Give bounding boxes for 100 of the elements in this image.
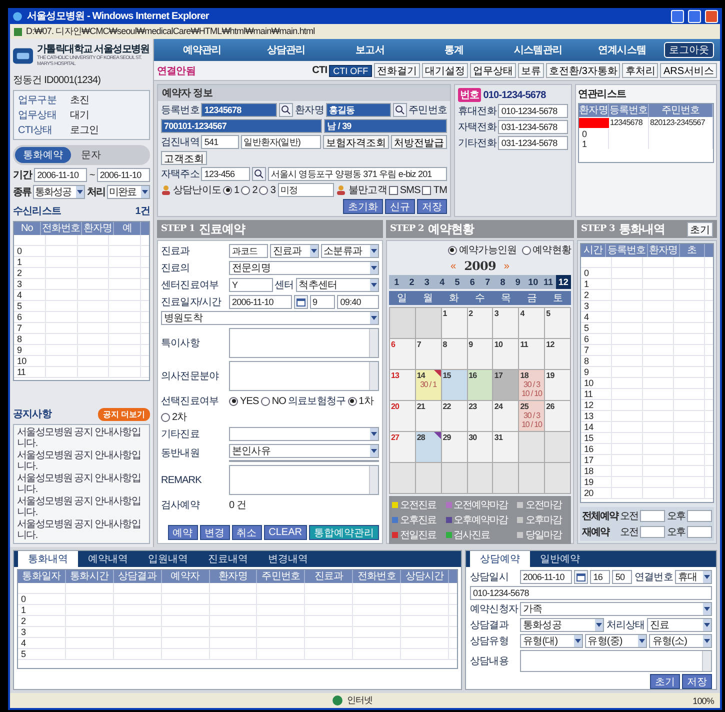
text-field[interactable]: 서울시 영등포구 양평동 371 우림 e-biz 201 <box>268 167 447 181</box>
checkbox[interactable] <box>388 186 398 194</box>
day-cell[interactable]: 8 <box>442 339 468 370</box>
text-field[interactable]: 541 <box>201 135 239 149</box>
tab[interactable]: 입원내역 <box>138 551 198 567</box>
day-cell[interactable]: 22 <box>442 401 468 432</box>
day-cell[interactable]: 15 <box>442 370 468 401</box>
count-field[interactable] <box>640 526 665 538</box>
action-button[interactable]: 신규 <box>385 199 415 214</box>
day-cell[interactable]: 21 <box>416 401 442 432</box>
dropdown[interactable]: 소분류과 <box>320 244 379 258</box>
logout-button[interactable]: 로그아웃 <box>664 42 714 58</box>
month-tab[interactable]: 9 <box>510 275 526 289</box>
day-cell[interactable] <box>519 463 546 494</box>
radio-button[interactable] <box>259 186 268 194</box>
day-cell[interactable] <box>468 463 494 494</box>
radio-button[interactable] <box>161 412 170 422</box>
count-field[interactable] <box>687 526 712 538</box>
notice-item[interactable]: 서울성모병원 공지 안내사항입니다. <box>17 519 146 541</box>
day-cell[interactable]: 10 <box>493 339 520 370</box>
text-field[interactable]: 700101-1234567 <box>161 119 322 133</box>
day-cell[interactable]: 29 <box>442 432 468 463</box>
toolbar-button[interactable]: 후처리 <box>622 63 658 78</box>
day-cell[interactable]: 24 <box>493 401 520 432</box>
toolbar-button[interactable]: 대기설정 <box>422 63 468 78</box>
notice-item[interactable]: 서울성모병원 공지 안내사항입니다. <box>17 473 146 495</box>
count-field[interactable] <box>640 510 665 522</box>
day-cell[interactable]: 3 <box>493 308 520 339</box>
action-button[interactable]: 저장 <box>682 674 712 689</box>
notice-item[interactable]: 서울성모병원 공지 안내사항입니다. <box>17 427 146 449</box>
text-field[interactable]: 123-456 <box>201 167 250 181</box>
notice-item[interactable]: 서울성모병원 공지 안내사항입니다. <box>17 450 146 472</box>
dropdown[interactable]: 유형(소) <box>649 634 712 648</box>
dropdown[interactable]: 유형(중) <box>584 634 648 648</box>
day-cell[interactable]: 26 <box>545 401 571 432</box>
day-cell[interactable]: 9 <box>468 339 494 370</box>
day-cell[interactable]: 1 <box>442 308 468 339</box>
day-cell[interactable]: 14 30 / 1 <box>416 370 442 401</box>
nav-item[interactable]: 예약관리 <box>160 43 244 57</box>
day-cell[interactable]: 4 <box>519 308 546 339</box>
dropdown[interactable]: 가족 <box>520 602 712 616</box>
day-cell[interactable]: 12 <box>545 339 571 370</box>
text-field[interactable]: 50 <box>612 570 632 584</box>
month-tab[interactable]: 5 <box>450 275 465 289</box>
calendar-button[interactable] <box>574 570 588 584</box>
text-field[interactable]: 2006-11-10 <box>229 295 292 309</box>
day-cell[interactable]: 11 <box>519 339 546 370</box>
text-field[interactable]: 031-1234-5678 <box>498 136 568 150</box>
day-cell[interactable]: 30 <box>468 432 494 463</box>
day-cell[interactable]: 13 <box>390 370 416 401</box>
month-tab[interactable]: 1 <box>389 275 404 289</box>
text-field[interactable]: 09:40 <box>337 295 379 309</box>
dropdown[interactable]: 통화성공 <box>520 618 604 632</box>
day-cell[interactable]: 18 30 / 3 10 / 10 <box>519 370 546 401</box>
day-cell[interactable] <box>545 463 571 494</box>
search-button[interactable] <box>392 103 407 117</box>
day-cell[interactable] <box>493 463 520 494</box>
toolbar-button[interactable]: 보류 <box>518 63 544 78</box>
day-cell[interactable] <box>442 463 468 494</box>
action-button[interactable]: 변경 <box>200 525 230 540</box>
tab[interactable]: 진료내역 <box>198 551 258 567</box>
action-button[interactable]: 저장 <box>417 199 447 214</box>
toolbar-button[interactable]: 전화걸기 <box>374 63 420 78</box>
action-button[interactable]: CLEAR <box>264 525 307 540</box>
dropdown[interactable]: 전문의명 <box>229 261 379 275</box>
dropdown[interactable]: 진료과 <box>270 244 319 258</box>
radio-button[interactable] <box>522 246 531 254</box>
radio-button[interactable] <box>241 186 250 194</box>
tab[interactable]: 통화내역 <box>18 551 78 567</box>
month-tab[interactable]: 7 <box>480 275 496 289</box>
action-button[interactable]: 예약 <box>168 525 198 540</box>
dropdown[interactable]: 진료 <box>646 618 712 632</box>
text-field[interactable]: 미정 <box>278 183 334 197</box>
nav-item[interactable]: 통계 <box>412 43 496 57</box>
month-tab[interactable]: 4 <box>434 275 450 289</box>
close-button[interactable] <box>705 10 718 22</box>
action-button[interactable]: 초기 <box>650 674 680 689</box>
day-cell[interactable]: 23 <box>468 401 494 432</box>
day-cell[interactable]: 2 <box>468 308 494 339</box>
day-cell[interactable] <box>545 432 571 463</box>
nav-item[interactable]: 시스템관리 <box>496 43 580 57</box>
text-field[interactable]: 9 <box>310 295 336 309</box>
action-button[interactable]: 보험자격조회 <box>323 135 389 149</box>
toolbar-button[interactable]: 업무상태 <box>470 63 516 78</box>
tab[interactable]: 일반예약 <box>530 551 590 567</box>
month-tab[interactable]: 8 <box>495 275 510 289</box>
day-cell[interactable]: 27 <box>390 432 416 463</box>
day-cell[interactable] <box>416 308 442 339</box>
tab[interactable]: 통화예약 <box>15 147 71 163</box>
text-field[interactable]: 남 / 39 <box>324 119 447 133</box>
dropdown[interactable]: 통화성공 <box>33 185 85 199</box>
nav-item[interactable]: 상담관리 <box>244 43 328 57</box>
day-cell[interactable] <box>416 463 442 494</box>
text-field[interactable]: 2006-11-10 <box>520 570 572 584</box>
search-button[interactable] <box>252 167 266 181</box>
radio-button[interactable] <box>348 396 357 406</box>
day-cell[interactable]: 31 <box>493 432 520 463</box>
dropdown[interactable]: 본인사유 <box>229 444 379 458</box>
dropdown[interactable]: 병원도착 <box>161 311 379 325</box>
day-cell[interactable]: 20 <box>390 401 416 432</box>
